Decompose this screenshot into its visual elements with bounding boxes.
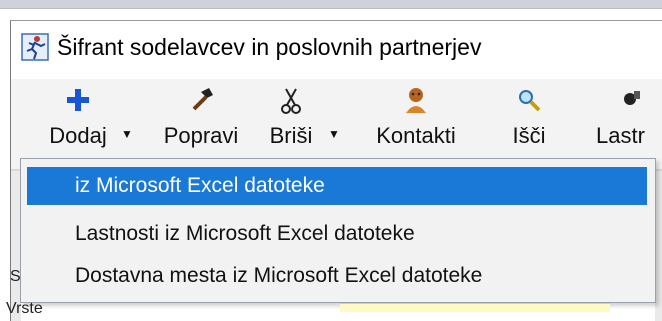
menu-item-import-excel-label: iz Microsoft Excel datoteke [75,174,325,197]
delete-dropdown-arrow-icon[interactable]: ▼ [328,127,340,141]
left-edge-partial-text: S [10,268,21,285]
plus-icon [67,89,89,111]
menu-item-import-delivery-places-excel-label: Dostavna mesta iz Microsoft Excel datote… [75,264,483,287]
menu-item-import-properties-excel[interactable]: Lastnosti iz Microsoft Excel datoteke [27,215,647,253]
contacts-button-label: Kontakti [376,123,456,148]
add-button-label: Dodaj [49,123,107,148]
menu-item-import-excel[interactable]: iz Microsoft Excel datoteke [27,167,647,205]
properties-icon [624,91,640,105]
add-button[interactable]: Dodaj [33,79,123,169]
magnifier-icon [519,90,541,112]
runner-app-icon [21,33,49,61]
hammer-icon [192,88,213,111]
delete-button-label: Briši [269,123,313,148]
contacts-icon [406,88,426,113]
menu-item-import-delivery-places-excel[interactable]: Dostavna mesta iz Microsoft Excel datote… [27,257,647,295]
add-dropdown-arrow-icon[interactable]: ▼ [121,127,133,141]
menu-item-import-properties-excel-label: Lastnosti iz Microsoft Excel datoteke [75,222,415,245]
window-title: Šifrant sodelavcev in poslovnih partnerj… [57,33,482,60]
right-background-strip [655,171,662,321]
edit-button[interactable]: Popravi [151,79,251,169]
properties-button[interactable]: Lastr [596,79,662,169]
toolbar: Dodaj ▼ Popravi Briši ▼ Kontakti Išči La… [11,79,662,169]
title-bar[interactable]: Šifrant sodelavcev in poslovnih partnerj… [11,21,662,73]
scissors-icon [281,88,301,114]
screen-top-strip [0,0,662,9]
contacts-button[interactable]: Kontakti [361,79,471,169]
search-button-label: Išči [512,123,546,148]
search-button[interactable]: Išči [499,79,559,169]
import-dropdown-menu: iz Microsoft Excel datoteke Lastnosti iz… [20,158,656,303]
delete-button[interactable]: Briši [256,79,326,169]
edit-button-label: Popravi [163,123,239,148]
bottom-left-partial-text: Vrste [6,300,43,317]
properties-button-label: Lastr [596,123,645,148]
